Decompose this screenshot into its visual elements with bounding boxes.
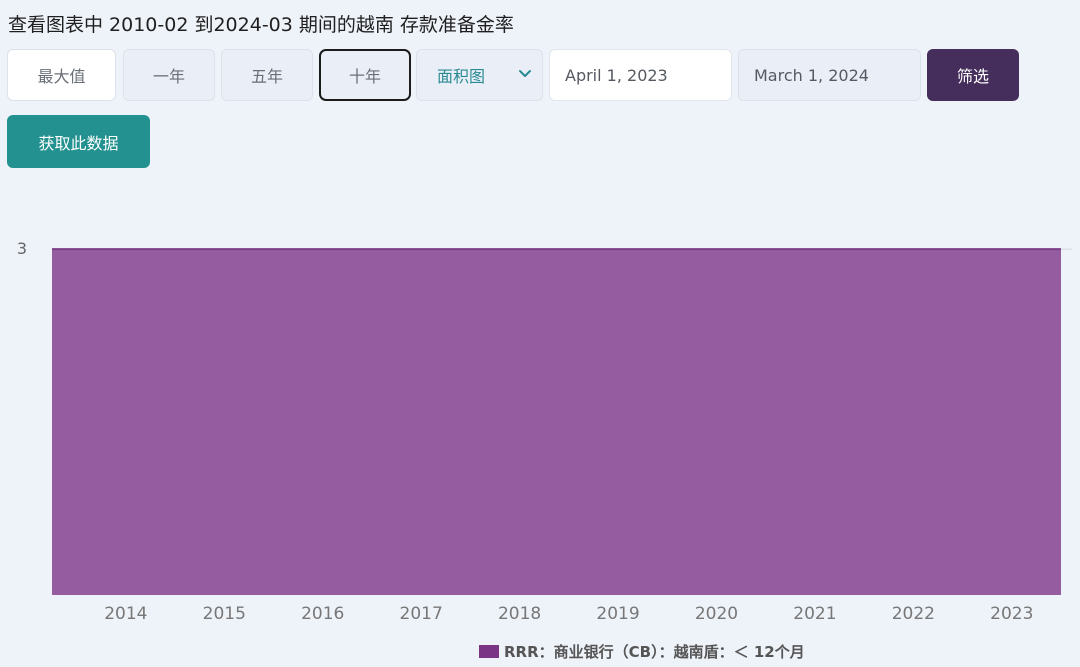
x-tick-label: 2020 [695, 604, 738, 624]
x-tick-label: 2015 [203, 604, 246, 624]
x-tick-label: 2018 [498, 604, 541, 624]
chart-legend: RRR：商业银行（CB）：越南盾：＜ 12个月 [479, 641, 805, 662]
area-chart: 3 2014 2015 2016 2017 2018 2019 2020 2021 2022 202… [17, 239, 1072, 624]
x-tick-label: 2014 [104, 604, 147, 624]
x-tick-label: 2019 [596, 604, 639, 624]
legend-swatch [479, 645, 499, 658]
y-tick-label: 3 [17, 239, 27, 258]
x-tick-label: 2017 [400, 604, 443, 624]
area-series-fill [52, 249, 1061, 595]
x-tick-label: 2021 [793, 604, 836, 624]
legend-label: RRR：商业银行（CB）：越南盾：＜ 12个月 [504, 643, 805, 661]
x-tick-label: 2022 [892, 604, 935, 624]
x-tick-label: 2016 [301, 604, 344, 624]
x-tick-label: 2023 [990, 604, 1033, 624]
